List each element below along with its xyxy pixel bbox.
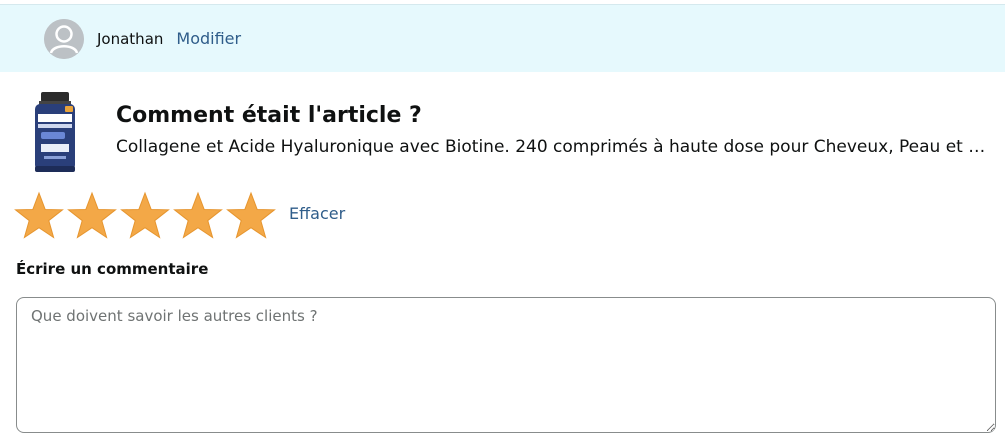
clear-rating-link[interactable]: Effacer bbox=[289, 204, 345, 223]
user-name: Jonathan bbox=[97, 29, 164, 48]
star-icon-3[interactable] bbox=[120, 191, 170, 241]
star-icon-1[interactable] bbox=[14, 191, 64, 241]
product-title: Collagene et Acide Hyaluronique avec Bio… bbox=[116, 137, 991, 157]
user-icon bbox=[44, 18, 84, 59]
star-icon-4[interactable] bbox=[173, 191, 223, 241]
star-icon-5[interactable] bbox=[226, 191, 276, 241]
star-rating: Effacer bbox=[14, 190, 345, 242]
rating-question: Comment était l'article ? bbox=[116, 103, 422, 128]
product-image bbox=[35, 92, 75, 172]
comment-label: Écrire un commentaire bbox=[16, 260, 209, 278]
user-header: Jonathan Modifier bbox=[0, 4, 1005, 72]
product-summary: Comment était l'article ? Collagene et A… bbox=[0, 90, 1005, 180]
comment-textarea[interactable] bbox=[16, 297, 996, 433]
avatar bbox=[44, 18, 84, 59]
star-icon-2[interactable] bbox=[67, 191, 117, 241]
edit-profile-link[interactable]: Modifier bbox=[176, 29, 241, 48]
